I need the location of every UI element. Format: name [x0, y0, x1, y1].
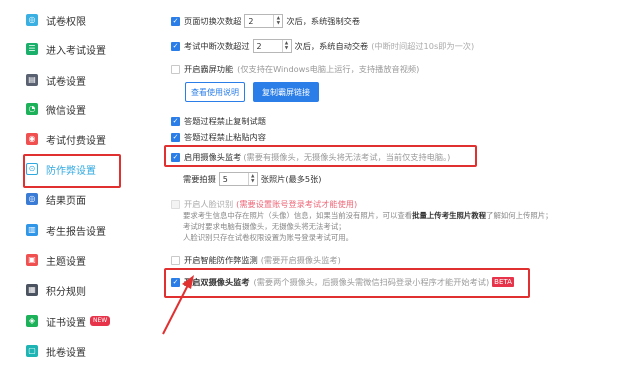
face-recognition-label: 开启人脸识别 — [184, 199, 234, 209]
switch-tabs-checkbox[interactable]: ✓ — [171, 16, 180, 26]
face-recognition-note-line3: 人脸识别只存在试卷权限设置为账号登录考试可用。 — [183, 233, 353, 242]
spin-buttons-icon[interactable]: ▲ ▼ — [281, 40, 291, 52]
sidebar-item-wechat[interactable]: ◔ 微信设置 — [6, 96, 142, 122]
sidebar-item-payment[interactable]: ◉ 考试付费设置 — [6, 126, 142, 152]
beta-badge: BETA — [492, 277, 514, 287]
grading-icon: ▢ — [26, 345, 38, 357]
interrupt-label: 考试中断次数超过 — [184, 41, 250, 51]
batch-upload-photo-tutorial-link[interactable]: 批量上传考生照片教程 — [412, 211, 486, 220]
no-paste-checkbox[interactable]: ✓ — [171, 132, 180, 142]
anti-cheat-settings-panel: ✓ 页面切换次数超 2 ▲ ▼ 次后，系统强制交卷 ✓ 考试中断次数超过 2 ▲ ▼… — [142, 4, 612, 376]
sidebar-item-paper-settings[interactable]: ▤ 试卷设置 — [6, 67, 142, 93]
camera-setting: ✓ 启用摄像头监考 (需要有摄像头，无摄像头将无法考试，当前仅支持电脑。) — [171, 151, 450, 163]
switch-tabs-suffix: 次后，系统强制交卷 — [286, 16, 361, 26]
switch-tabs-setting: ✓ 页面切换次数超 2 ▲ ▼ 次后，系统强制交卷 — [171, 14, 360, 28]
spin-buttons-icon[interactable]: ▲ ▼ — [273, 15, 282, 27]
annotation-arrow-icon — [162, 275, 194, 335]
dual-camera-hint: (需要两个摄像头，后摄像头需微信扫码登录小程序才能开始考试) — [253, 277, 490, 287]
dual-camera-setting: ✓ 开启双摄像头监考 (需要两个摄像头，后摄像头需微信扫码登录小程序才能开始考试… — [171, 276, 514, 288]
face-recognition-setting: 开启人脸识别 (需要设置账号登录考试才能使用) — [171, 198, 357, 210]
view-usage-button[interactable]: 查看使用说明 — [185, 82, 245, 102]
screen-lock-label: 开启霸屏功能 — [184, 64, 234, 74]
sidebar-item-label: 批卷设置 — [46, 347, 86, 359]
sidebar-item-result-page[interactable]: ◎ 结果页面 — [6, 186, 142, 212]
active-item-highlight — [23, 154, 121, 188]
no-copy-setting: ✓ 答题过程禁止复制试题 — [171, 115, 266, 127]
face-recognition-note-line2: 考试时要求电脑有摄像头，无摄像头将无法考试； — [183, 222, 346, 231]
paper-settings-icon: ▤ — [26, 74, 38, 86]
screen-lock-checkbox[interactable] — [171, 64, 180, 74]
sidebar: ◎ 试卷权限 ☰ 进入考试设置 ▤ 试卷设置 ◔ 微信设置 ◉ 考试付费设置 ⊙… — [6, 4, 142, 376]
sidebar-item-enter-exam[interactable]: ☰ 进入考试设置 — [6, 36, 142, 62]
photo-count-input[interactable]: 5 ▲ ▼ — [218, 172, 258, 186]
switch-tabs-count-input[interactable]: 2 ▲ ▼ — [244, 14, 284, 28]
sidebar-item-label: 主题设置 — [46, 256, 86, 268]
sidebar-item-report[interactable]: ▥ 考生报告设置 — [6, 217, 142, 243]
sidebar-item-grading[interactable]: ▢ 批卷设置 — [6, 338, 142, 364]
spin-buttons-icon[interactable]: ▲ ▼ — [247, 173, 257, 185]
sidebar-item-certificate[interactable]: ◈ 证书设置 NEW — [6, 308, 142, 334]
enter-exam-icon: ☰ — [26, 43, 38, 55]
sidebar-item-label: 结果页面 — [46, 195, 86, 207]
note-text: 要求考生信息中存在照片（头像）信息，如果当前没有照片，可以查看 — [183, 211, 413, 220]
no-copy-checkbox[interactable]: ✓ — [171, 116, 180, 126]
smart-detection-hint: (需要开启摄像头监考) — [260, 255, 341, 265]
new-badge: NEW — [90, 316, 111, 326]
photo-count-setting: 需要拍摄 5 ▲ ▼ 张照片(最多5张) — [183, 172, 322, 186]
interrupt-count-input[interactable]: 2 ▲ ▼ — [252, 39, 292, 53]
sidebar-item-label: 微信设置 — [46, 105, 86, 117]
wechat-icon: ◔ — [26, 103, 38, 115]
theme-icon: ▣ — [26, 254, 38, 266]
switch-tabs-count-value: 2 — [248, 16, 254, 26]
points-icon: ▦ — [26, 284, 38, 296]
screen-lock-setting: 开启霸屏功能 (仅支持在Windows电脑上运行，支持播放音视频) — [171, 63, 419, 75]
permission-icon: ◎ — [26, 14, 38, 26]
no-paste-label: 答题过程禁止粘贴内容 — [184, 132, 266, 142]
payment-icon: ◉ — [26, 133, 38, 145]
sidebar-item-label: 试卷权限 — [46, 16, 86, 28]
face-recognition-note-line1: 要求考生信息中存在照片（头像）信息，如果当前没有照片，可以查看批量上传考生照片教… — [183, 210, 553, 221]
no-paste-setting: ✓ 答题过程禁止粘贴内容 — [171, 131, 266, 143]
sidebar-item-points[interactable]: ▦ 积分规则 — [6, 277, 142, 303]
sidebar-item-theme[interactable]: ▣ 主题设置 — [6, 247, 142, 273]
sidebar-item-label: 证书设置 — [46, 317, 86, 329]
screen-lock-hint: (仅支持在Windows电脑上运行，支持播放音视频) — [237, 64, 420, 74]
sidebar-item-label: 考试付费设置 — [46, 135, 106, 147]
smart-detection-label: 开启智能防作弊监测 — [184, 255, 258, 265]
sidebar-item-paper-permission[interactable]: ◎ 试卷权限 — [6, 7, 142, 33]
photo-count-suffix: 张照片(最多5张) — [260, 174, 322, 184]
photo-count-value: 5 — [222, 174, 228, 184]
certificate-icon: ◈ — [26, 315, 38, 327]
sidebar-item-label: 积分规则 — [46, 286, 86, 298]
smart-detection-checkbox[interactable] — [171, 255, 180, 265]
camera-label: 启用摄像头监考 — [184, 152, 242, 162]
face-recognition-hint: (需要设置账号登录考试才能使用) — [236, 199, 358, 209]
switch-tabs-label: 页面切换次数超 — [184, 16, 242, 26]
interrupt-count-value: 2 — [256, 41, 262, 51]
result-page-icon: ◎ — [26, 193, 38, 205]
smart-detection-setting: 开启智能防作弊监测 (需要开启摄像头监考) — [171, 254, 341, 266]
interrupt-checkbox[interactable]: ✓ — [171, 41, 180, 51]
camera-hint: (需要有摄像头，无摄像头将无法考试，当前仅支持电脑。) — [243, 152, 451, 162]
camera-checkbox[interactable]: ✓ — [171, 152, 180, 162]
photo-count-label: 需要拍摄 — [183, 174, 216, 184]
sidebar-item-label: 考生报告设置 — [46, 226, 106, 238]
no-copy-label: 答题过程禁止复制试题 — [184, 116, 266, 126]
interrupt-setting: ✓ 考试中断次数超过 2 ▲ ▼ 次后，系统自动交卷 (中断时间超过10s即为一次… — [171, 39, 474, 53]
copy-screen-lock-link-button[interactable]: 复制霸屏链接 — [253, 82, 319, 102]
sidebar-item-label: 试卷设置 — [46, 76, 86, 88]
face-recognition-checkbox[interactable] — [171, 199, 180, 209]
interrupt-suffix: 次后，系统自动交卷 — [294, 41, 369, 51]
sidebar-item-label: 进入考试设置 — [46, 45, 106, 57]
report-icon: ▥ — [26, 224, 38, 236]
note-text: 了解如何上传照片； — [486, 211, 553, 220]
interrupt-hint: (中断时间超过10s即为一次) — [371, 41, 475, 51]
